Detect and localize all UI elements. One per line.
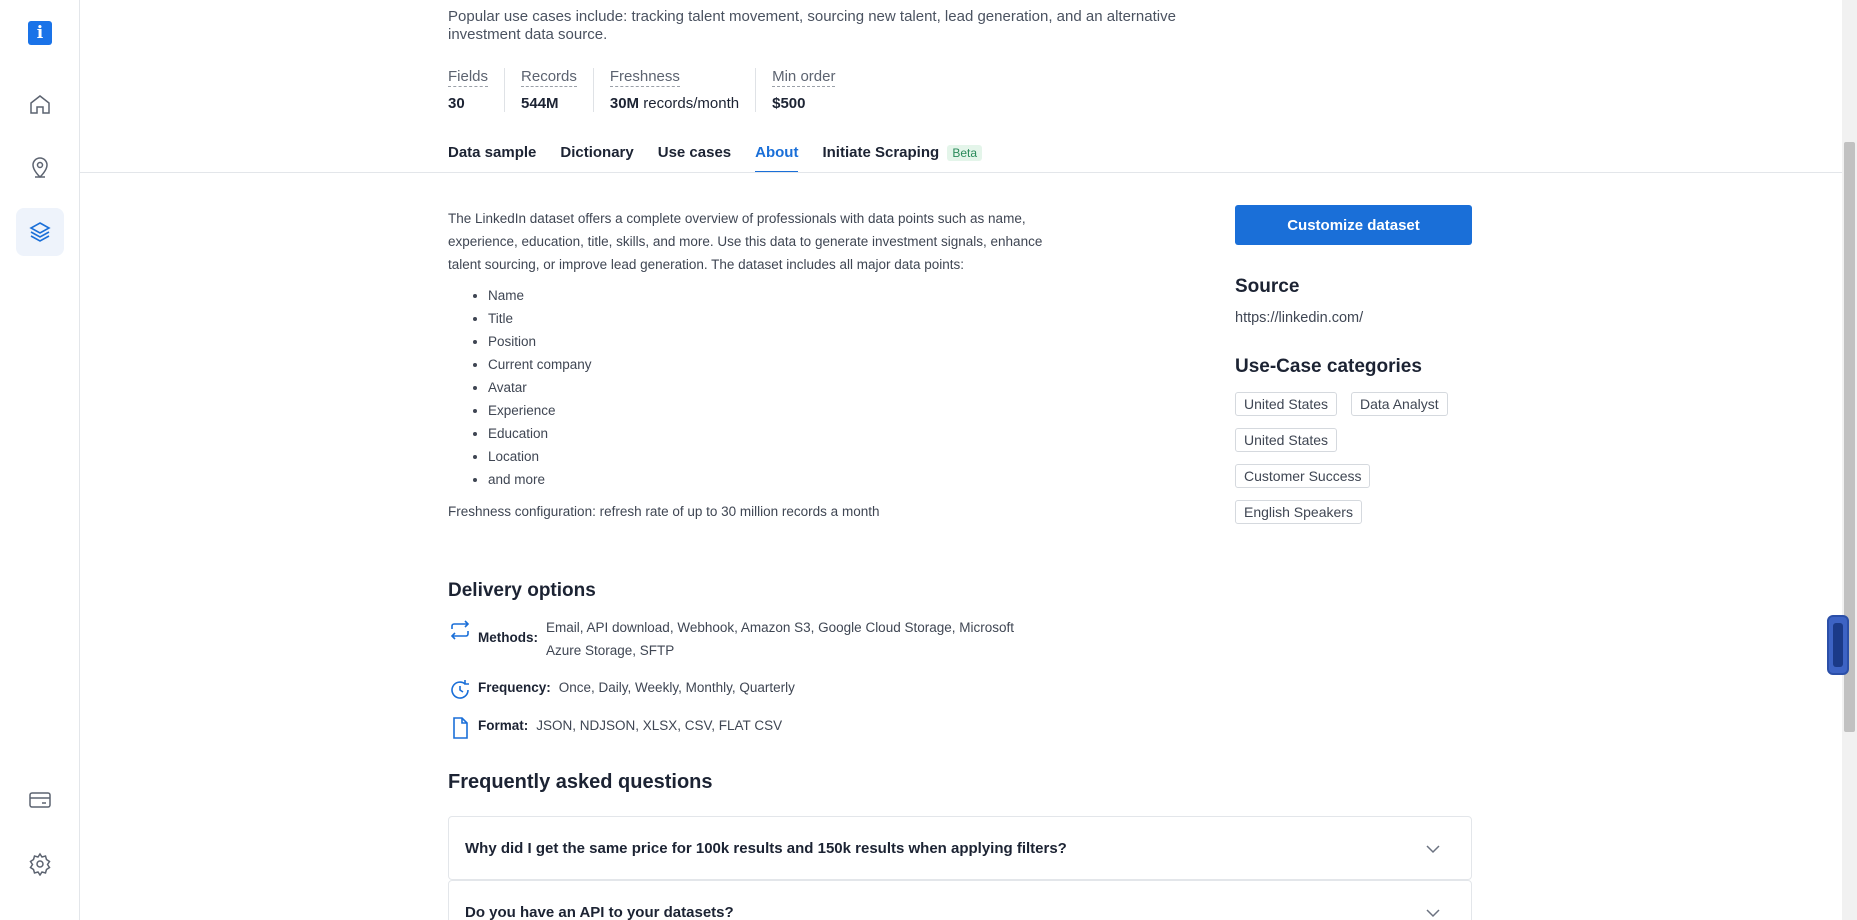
stat-records: Records 544M xyxy=(521,68,594,112)
delivery-format: Format: JSON, NDJSON, XLSX, CSV, FLAT CS… xyxy=(448,714,782,740)
location-pin-icon[interactable] xyxy=(16,144,64,192)
clock-refresh-icon xyxy=(451,680,469,699)
list-item: Name xyxy=(488,284,1048,307)
dataset-tabs: Data sample Dictionary Use cases About I… xyxy=(448,144,1006,173)
stat-value: 30 xyxy=(448,95,465,112)
methods-value: Email, API download, Webhook, Amazon S3,… xyxy=(546,620,1015,658)
stat-min-order: Min order $500 xyxy=(772,68,851,112)
format-label: Format: xyxy=(478,718,529,733)
delivery-frequency: Frequency: Once, Daily, Weekly, Monthly,… xyxy=(448,676,795,702)
use-case-categories-heading: Use-Case categories xyxy=(1235,356,1422,377)
datasets-layers-icon[interactable] xyxy=(16,208,64,256)
list-item: Current company xyxy=(488,353,1048,376)
accessibility-widget-icon[interactable] xyxy=(1827,615,1849,675)
tab-data-sample[interactable]: Data sample xyxy=(448,144,536,172)
stat-value: 544M xyxy=(521,95,559,112)
stat-value: 30M records/month xyxy=(609,95,740,112)
delivery-options-heading: Delivery options xyxy=(448,580,596,601)
chevron-down-icon xyxy=(1426,909,1440,918)
methods-label: Methods: xyxy=(478,630,538,645)
stat-label[interactable]: Min order xyxy=(772,68,836,87)
tab-use-cases[interactable]: Use cases xyxy=(658,144,731,172)
info-logo-icon[interactable]: i xyxy=(28,21,52,45)
frequency-value: Once, Daily, Weekly, Monthly, Quarterly xyxy=(558,680,795,695)
tab-initiate-scraping[interactable]: Initiate Scraping Beta xyxy=(822,144,983,172)
category-chip[interactable]: Data Analyst xyxy=(1351,392,1448,416)
list-item: Title xyxy=(488,307,1048,330)
intro-text: Popular use cases include: tracking tale… xyxy=(448,8,1176,43)
about-section: The LinkedIn dataset offers a complete o… xyxy=(448,207,1048,523)
beta-badge: Beta xyxy=(947,145,983,161)
delivery-methods: Methods: Email, API download, Webhook, A… xyxy=(448,616,1026,662)
list-item: Position xyxy=(488,330,1048,353)
transfer-arrows-icon xyxy=(450,620,470,640)
list-item: Location xyxy=(488,445,1048,468)
dataset-stats: Fields 30 Records 544M Freshness 30M rec… xyxy=(448,68,867,112)
category-chip[interactable]: Customer Success xyxy=(1235,464,1371,488)
tab-about[interactable]: About xyxy=(755,144,799,173)
list-item: Education xyxy=(488,422,1048,445)
faq-heading: Frequently asked questions xyxy=(448,771,713,793)
settings-gear-icon[interactable] xyxy=(16,840,64,888)
customize-dataset-button[interactable]: Customize dataset xyxy=(1235,205,1472,245)
stat-fields: Fields 30 xyxy=(448,68,506,112)
source-heading: Source xyxy=(1235,276,1300,297)
list-item: and more xyxy=(488,468,1048,491)
chevron-down-icon xyxy=(1426,845,1440,854)
category-chip[interactable]: United States xyxy=(1235,428,1338,452)
tabs-divider xyxy=(80,172,1842,173)
faq-item[interactable]: Why did I get the same price for 100k re… xyxy=(448,816,1472,880)
home-icon[interactable] xyxy=(16,80,64,128)
list-item: Experience xyxy=(488,399,1048,422)
stat-label[interactable]: Freshness xyxy=(609,68,680,87)
data-points-list: Name Title Position Current company Avat… xyxy=(488,284,1048,491)
scrollbar[interactable] xyxy=(1842,0,1857,920)
tab-dictionary[interactable]: Dictionary xyxy=(560,144,633,172)
stat-freshness: Freshness 30M records/month xyxy=(609,68,757,112)
freshness-config: Freshness configuration: refresh rate of… xyxy=(448,504,880,519)
source-url[interactable]: https://linkedin.com/ xyxy=(1235,310,1363,326)
faq-question: Do you have an API to your datasets? xyxy=(465,903,734,920)
file-icon xyxy=(453,717,468,739)
stat-label[interactable]: Records xyxy=(521,68,577,87)
format-value: JSON, NDJSON, XLSX, CSV, FLAT CSV xyxy=(536,718,783,733)
faq-question: Why did I get the same price for 100k re… xyxy=(465,839,1067,857)
category-chip[interactable]: United States xyxy=(1235,392,1338,416)
faq-item[interactable]: Do you have an API to your datasets? xyxy=(448,880,1472,920)
stat-label[interactable]: Fields xyxy=(448,68,489,87)
tab-label: Initiate Scraping xyxy=(822,144,940,161)
list-item: Avatar xyxy=(488,376,1048,399)
about-paragraph: The LinkedIn dataset offers a complete o… xyxy=(448,211,1043,272)
category-chip[interactable]: English Speakers xyxy=(1235,500,1362,524)
sidebar: i xyxy=(0,0,80,920)
stat-value: $500 xyxy=(772,95,806,112)
frequency-label: Frequency: xyxy=(478,680,551,695)
billing-card-icon[interactable] xyxy=(16,776,64,824)
